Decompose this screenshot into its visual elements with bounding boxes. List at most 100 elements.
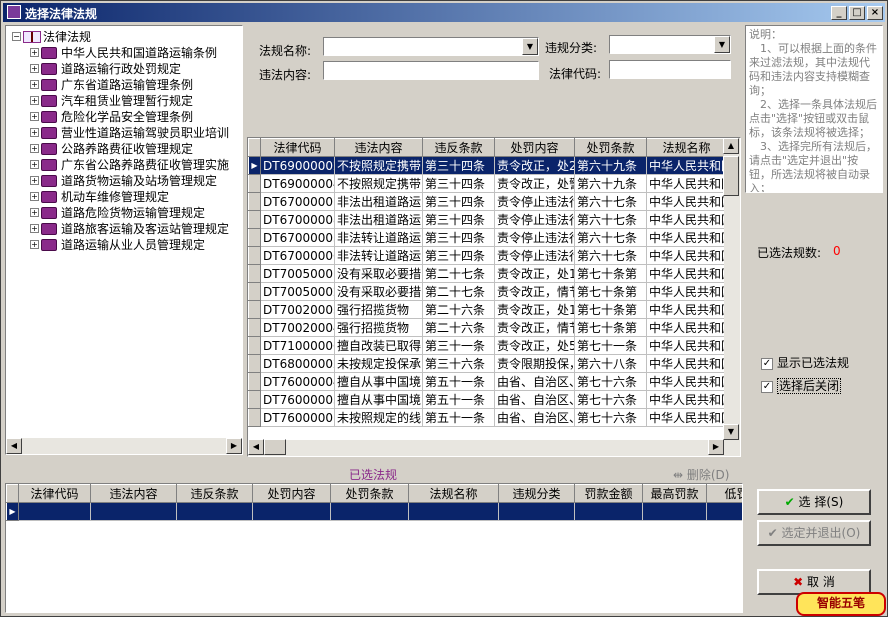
table-row[interactable]: DT76000003 擅自从事中国境 第五十一条 由省、自治区、 第七十六条 中华人民共和… [248, 390, 727, 409]
expand-icon[interactable]: + [30, 224, 39, 233]
table-row[interactable]: DT70020004 强行招揽货物 第二十六条 责令改正，情节 第七十条第 中华人民共和国 [248, 318, 727, 337]
table-cell[interactable]: DT69000002 [260, 156, 335, 175]
expand-icon[interactable]: + [30, 80, 39, 89]
table-cell[interactable] [330, 502, 409, 521]
table-cell[interactable]: DT67000008 [260, 210, 335, 229]
table-cell[interactable]: 第二十七条 [422, 282, 495, 301]
tree-horizontal-scrollbar[interactable]: ◀ ▶ [6, 438, 242, 454]
table-row[interactable]: DT67000006 非法转让道路运 第三十四条 责令停止违法行 第六十七条 中华人民共和… [248, 246, 727, 265]
table-cell[interactable] [574, 502, 643, 521]
table-cell[interactable]: 非法出租道路运 [334, 210, 423, 229]
table-cell[interactable]: DT70020004 [260, 318, 335, 337]
table-cell[interactable]: 第三十四条 [422, 228, 495, 247]
table-cell[interactable]: 未按照规定的线 [334, 408, 423, 427]
table-row[interactable]: DT70050001 没有采取必要措 第二十七条 责令改正，处1 第七十条第 中华人民共和… [248, 264, 727, 283]
expand-icon[interactable]: + [30, 112, 39, 121]
table-cell[interactable]: 由省、自治区、 [494, 390, 575, 409]
column-header[interactable]: 法律代码 [18, 484, 91, 503]
expand-icon[interactable]: + [30, 64, 39, 73]
table-cell[interactable]: 第六十九条 [574, 156, 647, 175]
column-header[interactable]: 违法内容 [334, 138, 423, 157]
table-cell[interactable]: 强行招揽货物 [334, 318, 423, 337]
table-cell[interactable]: 第五十一条 [422, 408, 495, 427]
minimize-button[interactable]: _ [831, 6, 847, 20]
column-header[interactable]: 法规名称 [408, 484, 499, 503]
tree-item[interactable]: + 道路危险货物运输管理规定 [30, 204, 246, 220]
table-cell[interactable]: DT70020003 [260, 300, 335, 319]
table-cell[interactable]: 中华人民共和国 [646, 300, 727, 319]
table-cell[interactable]: 没有采取必要措 [334, 282, 423, 301]
table-cell[interactable] [706, 502, 742, 521]
table-cell[interactable]: 中华人民共和国 [646, 210, 727, 229]
table-cell[interactable]: 第三十六条 [422, 354, 495, 373]
grid-vertical-scrollbar[interactable]: ▲ ▼ [723, 138, 740, 440]
table-cell[interactable]: 第三十四条 [422, 156, 495, 175]
table-cell[interactable]: 责令停止违法行 [494, 246, 575, 265]
table-cell[interactable] [176, 502, 253, 521]
table-cell[interactable]: 第三十四条 [422, 210, 495, 229]
table-row[interactable]: DT67000007 非法出租道路运 第三十四条 责令停止违法行 第六十七条 中华人民共和… [248, 192, 727, 211]
table-cell[interactable]: 第七十条第 [574, 300, 647, 319]
column-header[interactable]: 罚款金额 [574, 484, 643, 503]
table-cell[interactable]: 中华人民共和国 [646, 156, 727, 175]
table-cell[interactable]: 中华人民共和国 [646, 246, 727, 265]
table-cell[interactable]: 中华人民共和国 [646, 354, 727, 373]
table-cell[interactable]: 第七十六条 [574, 372, 647, 391]
table-cell[interactable]: 第六十七条 [574, 228, 647, 247]
table-cell[interactable]: 责令改正，处1 [494, 300, 575, 319]
tree-item[interactable]: + 广东省道路运输管理条例 [30, 76, 246, 92]
table-cell[interactable]: 第三十四条 [422, 246, 495, 265]
scroll-thumb[interactable] [723, 156, 739, 196]
tree-item[interactable]: + 道路运输从业人员管理规定 [30, 236, 246, 252]
table-cell[interactable]: 第七十条第 [574, 282, 647, 301]
expand-icon[interactable]: + [30, 144, 39, 153]
tree-item[interactable]: + 危险化学品安全管理条例 [30, 108, 246, 124]
table-cell[interactable]: 第三十四条 [422, 174, 495, 193]
checkmark-icon[interactable]: ✓ [761, 380, 773, 393]
expand-icon[interactable]: + [30, 96, 39, 105]
column-header[interactable]: 处罚内容 [494, 138, 575, 157]
column-header[interactable]: 违法内容 [90, 484, 177, 503]
table-cell[interactable]: 第五十一条 [422, 390, 495, 409]
table-cell[interactable] [252, 502, 331, 521]
table-cell[interactable]: 第六十九条 [574, 174, 647, 193]
grid-horizontal-scrollbar[interactable]: ◀ ▶ [248, 439, 740, 456]
table-cell[interactable]: DT69000004 [260, 174, 335, 193]
expand-icon[interactable]: + [30, 128, 39, 137]
table-cell[interactable]: 第三十四条 [422, 192, 495, 211]
table-cell[interactable]: 第二十六条 [422, 300, 495, 319]
column-header[interactable]: 处罚内容 [252, 484, 331, 503]
scroll-left-icon[interactable]: ◀ [6, 438, 22, 454]
table-cell[interactable]: 非法转让道路运 [334, 246, 423, 265]
table-cell[interactable]: 中华人民共和国 [646, 282, 727, 301]
column-header[interactable]: 违反条款 [422, 138, 495, 157]
table-cell[interactable]: 中华人民共和国 [646, 372, 727, 391]
table-row[interactable]: DT70050002 没有采取必要措 第二十七条 责令改正，情节 第七十条第 中华人民共和… [248, 282, 727, 301]
tree-item[interactable]: + 营业性道路运输驾驶员职业培训 [30, 124, 246, 140]
select-button[interactable]: ✔ 选 择(S) [757, 489, 871, 515]
expand-icon[interactable]: + [30, 192, 39, 201]
expand-icon[interactable]: + [30, 240, 39, 249]
table-row[interactable]: DT67000005 非法转让道路运 第三十四条 责令停止违法行 第六十七条 中华人民共和… [248, 228, 727, 247]
category-combo[interactable]: ▼ [609, 35, 731, 54]
column-header[interactable]: 低罚 [706, 484, 742, 503]
scroll-up-icon[interactable]: ▲ [723, 138, 739, 154]
table-cell[interactable]: 责令改正，情节 [494, 282, 575, 301]
expand-icon[interactable]: + [30, 48, 39, 57]
table-cell[interactable]: 不按照规定携带 [334, 174, 423, 193]
scroll-right-icon[interactable]: ▶ [708, 439, 724, 455]
table-cell[interactable]: 非法转让道路运 [334, 228, 423, 247]
table-cell[interactable]: 第三十一条 [422, 336, 495, 355]
content-input[interactable] [323, 61, 539, 80]
tree-item[interactable]: + 机动车维修管理规定 [30, 188, 246, 204]
column-header[interactable]: 违反条款 [176, 484, 253, 503]
close-after-checkbox[interactable]: ✓ 选择后关闭 [761, 377, 842, 394]
column-header[interactable]: 违规分类 [498, 484, 575, 503]
table-row[interactable]: ▶ DT69000002 不按照规定携带 第三十四条 责令改正，处2 第六十九条 中华人民共… [248, 156, 727, 175]
table-row[interactable]: DT67000008 非法出租道路运 第三十四条 责令停止违法行 第六十七条 中华人民共和… [248, 210, 727, 229]
table-cell[interactable]: 责令停止违法行 [494, 210, 575, 229]
delete-button[interactable]: ⇹ 删除(D) [673, 466, 729, 483]
table-cell[interactable]: 责令改正，情节 [494, 318, 575, 337]
table-cell[interactable]: 中华人民共和国 [646, 408, 727, 427]
table-row[interactable]: DT76000001 未按照规定的线 第五十一条 由省、自治区、 第七十六条 中华人民共和… [248, 408, 727, 427]
